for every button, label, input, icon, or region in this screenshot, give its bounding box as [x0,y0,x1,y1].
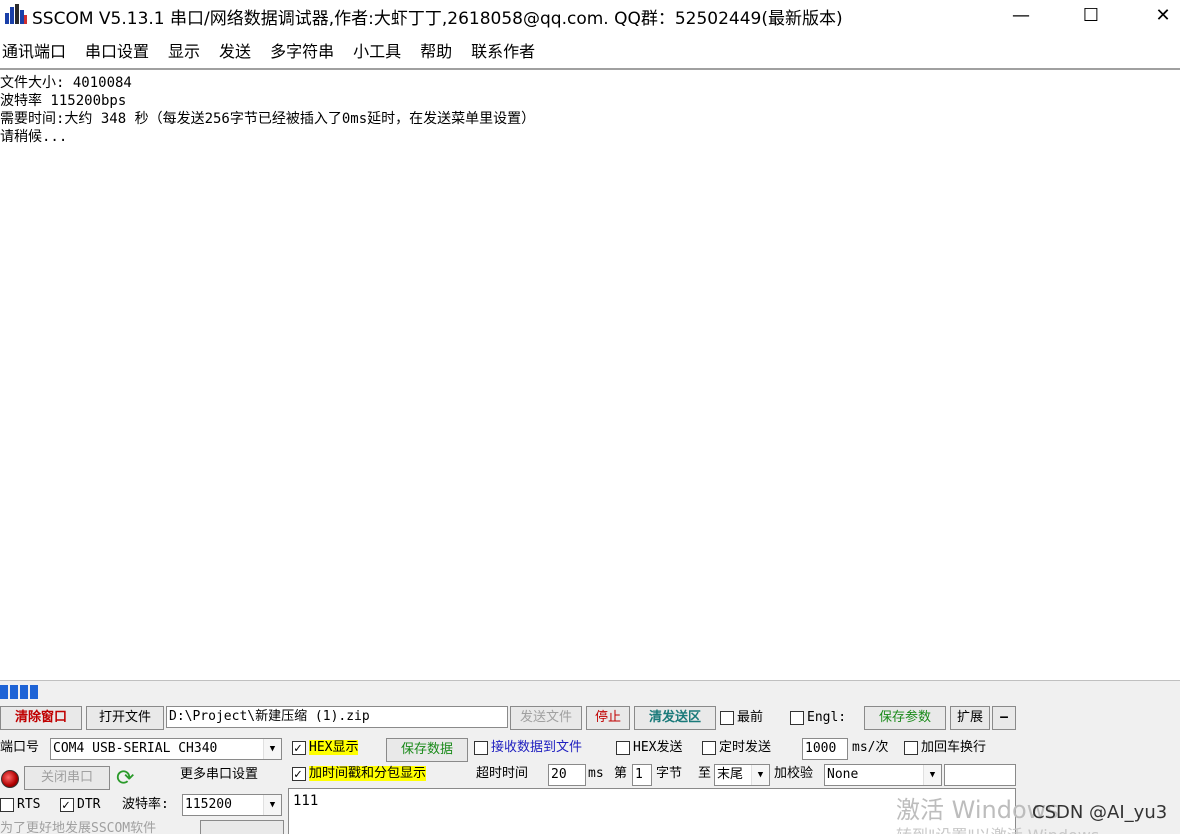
checkbox-icon [702,740,716,755]
checkbox-icon [616,740,630,755]
dtr-label: DTR [77,797,101,812]
timeout-label: 超时时间 [476,766,529,781]
baud-value: 115200 [185,797,232,812]
rts-label: RTS [17,797,41,812]
close-port-button[interactable]: 关闭串口 [24,766,110,790]
nth-input[interactable]: 1 [632,764,652,786]
receive-line: 波特率 115200bps [0,93,127,109]
checkbox-icon [0,797,14,812]
checkbox-checked-icon [292,764,306,785]
to-select[interactable]: 末尾 ▼ [714,764,770,786]
timed-send-label: 定时发送 [719,740,772,755]
checkbox-checked-icon [292,738,306,759]
interval-input[interactable]: 1000 [802,738,848,760]
port-select[interactable]: COM4 USB-SERIAL CH340 ▼ [50,738,282,760]
hex-send-label: HEX发送 [633,740,683,755]
topmost-checkbox[interactable]: 最前 [720,707,786,729]
hex-send-checkbox[interactable]: HEX发送 [616,737,700,759]
timestamp-checkbox[interactable]: 加时间戳和分包显示 [292,763,472,785]
timeout-unit: ms [588,766,604,781]
checkbox-icon [904,740,918,755]
checksum-value: None [827,767,859,782]
menu-send[interactable]: 发送 [217,38,260,66]
clear-window-button[interactable]: 清除窗口 [0,706,82,730]
add-crlf-checkbox[interactable]: 加回车换行 [904,737,1016,759]
menu-contact-author[interactable]: 联系作者 [469,38,544,66]
minimize-button[interactable]: — [998,0,1044,30]
recv-to-file-checkbox[interactable]: 接收数据到文件 [474,737,608,759]
hex-display-label: HEX显示 [309,740,359,755]
save-params-button[interactable]: 保存参数 [864,706,946,730]
send-button[interactable] [200,820,284,834]
title-bar: SSCOM V5.13.1 串口/网络数据调试器,作者:大虾丁丁,2618058… [0,0,1180,30]
save-data-button[interactable]: 保存数据 [386,738,468,762]
send-file-button[interactable]: 发送文件 [510,706,582,730]
receive-line: 需要时间:大约 348 秒（每发送256字节已经被插入了0ms延时，在发送菜单里… [0,111,536,127]
stop-button[interactable]: 停止 [586,706,630,730]
chevron-down-icon: ▼ [263,795,281,815]
menu-display[interactable]: 显示 [166,38,209,66]
more-port-settings-link[interactable]: 更多串口设置 [180,764,286,786]
menu-bar: 通讯端口 串口设置 显示 发送 多字符串 小工具 帮助 联系作者 [0,38,1180,66]
window-title: SSCOM V5.13.1 串口/网络数据调试器,作者:大虾丁丁,2618058… [32,9,843,29]
topmost-label: 最前 [737,710,764,725]
rts-checkbox[interactable]: RTS [0,794,56,816]
chevron-down-icon: ▼ [263,739,281,759]
dtr-checkbox[interactable]: DTR [60,794,120,816]
checkbox-icon [474,740,488,755]
menu-serial-settings[interactable]: 串口设置 [83,38,158,66]
chevron-down-icon: ▼ [923,765,941,785]
checksum-select[interactable]: None ▼ [824,764,942,786]
file-path-field[interactable]: D:\Project\新建压缩 (1).zip [166,706,508,728]
receive-area[interactable]: 文件大小: 4010084 波特率 115200bps 需要时间:大约 348 … [0,70,1180,680]
maximize-button[interactable]: ☐ [1068,0,1114,30]
to-value: 末尾 [717,767,744,782]
to-label: 至 [698,766,712,781]
menu-tools[interactable]: 小工具 [351,38,410,66]
menu-help[interactable]: 帮助 [418,38,461,66]
english-label: Engl: [807,710,847,725]
receive-line: 文件大小: 4010084 [0,75,132,91]
timeout-input[interactable]: 20 [548,764,586,786]
activate-windows-hint: 转到"设置"以激活 Windows [896,822,1099,834]
progress-fill [0,685,39,699]
checksum-result-field[interactable] [944,764,1016,786]
close-button[interactable]: ✕ [1140,0,1180,30]
checkbox-icon [790,710,804,725]
timestamp-label: 加时间戳和分包显示 [309,766,427,781]
checkbox-checked-icon [60,795,74,816]
checkbox-icon [720,710,734,725]
tip-text: 为了更好地发展SSCOM软件 [0,821,157,834]
interval-unit: ms/次 [852,740,889,755]
progress-bar [0,680,1180,704]
menu-comm-port[interactable]: 通讯端口 [0,38,75,66]
timed-send-checkbox[interactable]: 定时发送 [702,737,802,759]
refresh-icon[interactable]: ⟳ [116,768,138,790]
byte-label: 字节 [656,766,683,781]
baud-select[interactable]: 115200 ▼ [182,794,282,816]
menu-multi-string[interactable]: 多字符串 [268,38,343,66]
receive-line: 请稍候... [0,129,68,145]
nth-label: 第 [614,766,628,781]
csdn-watermark: CSDN @AI_yu3 [1032,802,1168,823]
english-checkbox[interactable]: Engl: [790,707,864,729]
expand-button[interactable]: 扩展 [950,706,990,730]
collapse-button[interactable]: — [992,706,1016,730]
baud-label: 波特率: [122,797,169,812]
port-label: 端口号 [0,740,40,755]
hex-display-checkbox[interactable]: HEX显示 [292,737,384,759]
recv-to-file-label: 接收数据到文件 [491,740,583,755]
checksum-label: 加校验 [774,766,814,781]
open-file-button[interactable]: 打开文件 [86,706,164,730]
sscom-app-icon [5,4,27,24]
port-value: COM4 USB-SERIAL CH340 [53,741,218,756]
port-status-led-icon [1,770,19,788]
clear-send-button[interactable]: 清发送区 [634,706,716,730]
chevron-down-icon: ▼ [751,765,769,785]
add-crlf-label: 加回车换行 [921,740,987,755]
